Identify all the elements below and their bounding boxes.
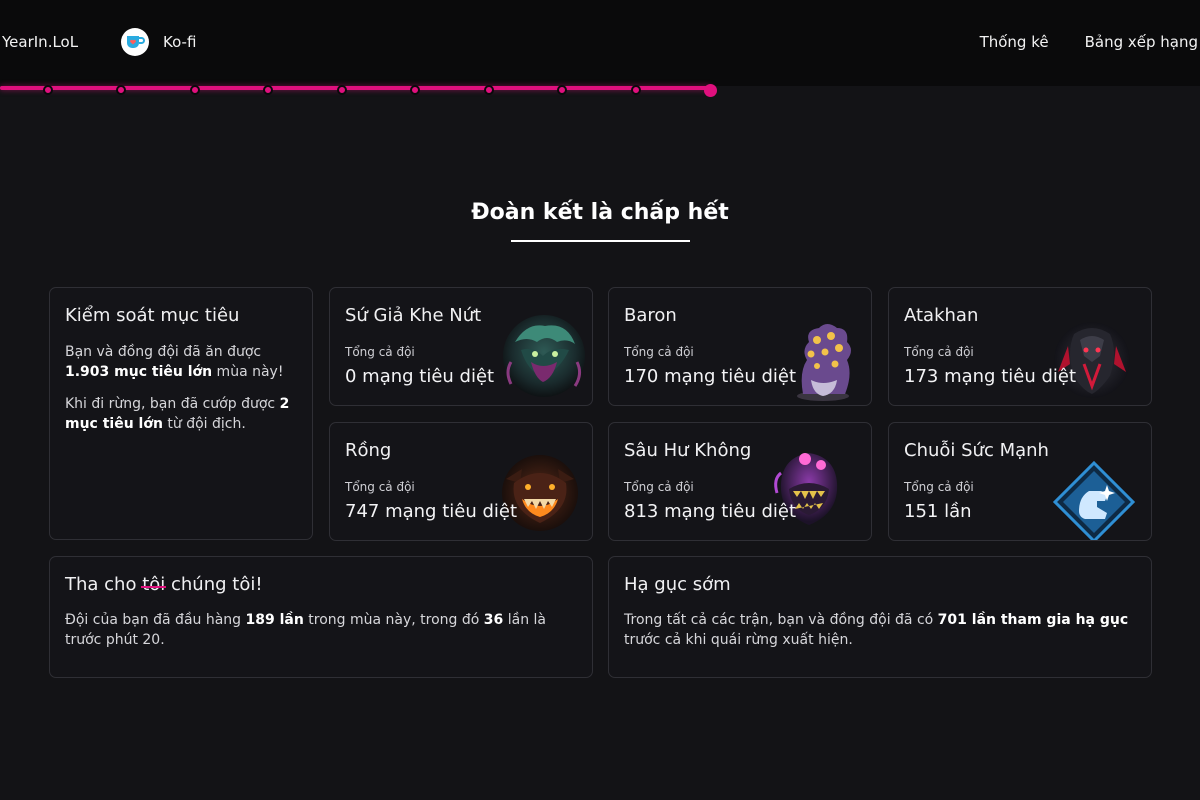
card-value: 151 lần — [904, 501, 972, 522]
progress-step-8[interactable] — [557, 85, 567, 95]
early-kills-description: Trong tất cả các trận, bạn và đồng đội đ… — [624, 610, 1136, 650]
stat-card-voidgrubs: Sâu Hư Không Tổng cả đội 813 mạng tiêu d… — [608, 422, 872, 541]
card-title: Baron — [624, 305, 677, 326]
section-title-underline — [511, 240, 690, 242]
struck-text: tôi — [142, 574, 166, 595]
card-subtitle: Tổng cả đội — [624, 480, 694, 494]
nav-links: Thống kê Bảng xếp hạng — [980, 33, 1198, 51]
card-subtitle: Tổng cả đội — [624, 345, 694, 359]
nav-link-stats[interactable]: Thống kê — [980, 33, 1049, 51]
card-subtitle: Tổng cả đội — [904, 345, 974, 359]
progress-step-2[interactable] — [116, 85, 126, 95]
text: mùa này! — [212, 364, 284, 380]
rift-herald-icon — [503, 315, 585, 397]
highlight-value: 1.903 mục tiêu lớn — [65, 364, 213, 380]
card-title: Sứ Giả Khe Nứt — [345, 305, 482, 326]
text: trong mùa này, trong đó — [303, 612, 484, 628]
dragon-icon — [502, 455, 578, 531]
card-title: Hạ gục sớm — [624, 574, 731, 595]
section-title: Đoàn kết là chấp hết — [471, 200, 729, 225]
stat-card-atakhan: Atakhan Tổng cả đội 173 mạng tiêu diệt — [888, 287, 1152, 406]
stat-card-rift-herald: Sứ Giả Khe Nứt Tổng cả đội 0 mạng tiêu d… — [329, 287, 593, 406]
card-title: Chuỗi Sức Mạnh — [904, 440, 1049, 461]
card-title: Atakhan — [904, 305, 979, 326]
top-nav: YearIn.LoL Ko-fi Thống kê Bảng xếp hạng — [0, 0, 1200, 86]
progress-step-1[interactable] — [43, 85, 53, 95]
card-value: 173 mạng tiêu diệt — [904, 366, 1077, 387]
nav-link-leaderboard[interactable]: Bảng xếp hạng — [1085, 33, 1198, 51]
stat-card-baron: Baron Tổng cả đội 170 mạng tiêu diệt — [608, 287, 872, 406]
text: từ đội địch. — [162, 416, 246, 432]
card-value: 747 mạng tiêu diệt — [345, 501, 518, 522]
surrender-card: Tha cho tôi chúng tôi! Đội của bạn đã đầ… — [49, 556, 593, 678]
text: Khi đi rừng, bạn đã cướp được — [65, 396, 280, 412]
card-value: 0 mạng tiêu diệt — [345, 366, 495, 387]
text: Trong tất cả các trận, bạn và đồng đội đ… — [624, 612, 938, 628]
early-kills-card: Hạ gục sớm Trong tất cả các trận, bạn và… — [608, 556, 1152, 678]
text: trước cả khi quái rừng xuất hiện. — [624, 632, 853, 648]
progress-step-9[interactable] — [631, 85, 641, 95]
progress-line — [0, 86, 712, 90]
objectives-paragraph-2: Khi đi rừng, bạn đã cướp được 2 mục tiêu… — [65, 394, 297, 434]
card-value: 170 mạng tiêu diệt — [624, 366, 797, 387]
objectives-paragraph-1: Bạn và đồng đội đã ăn được 1.903 mục tiê… — [65, 342, 297, 382]
stat-card-power-streak: Chuỗi Sức Mạnh Tổng cả đội 151 lần — [888, 422, 1152, 541]
kofi-link[interactable]: Ko-fi — [121, 28, 196, 56]
card-subtitle: Tổng cả đội — [345, 480, 415, 494]
atakhan-icon — [1054, 322, 1130, 398]
card-value: 813 mạng tiêu diệt — [624, 501, 797, 522]
power-streak-icon — [1052, 460, 1136, 540]
card-title: Tha cho tôi chúng tôi! — [65, 574, 263, 595]
progress-step-7[interactable] — [484, 85, 494, 95]
surrender-description: Đội của bạn đã đầu hàng 189 lần trong mù… — [65, 610, 577, 650]
kofi-cup-icon — [121, 28, 149, 56]
stat-card-dragon: Rồng Tổng cả đội 747 mạng tiêu diệt — [329, 422, 593, 541]
card-title: Kiểm soát mục tiêu — [65, 305, 240, 326]
progress-step-current[interactable] — [704, 84, 717, 97]
card-title: Sâu Hư Không — [624, 440, 752, 461]
progress-step-6[interactable] — [410, 85, 420, 95]
text: Bạn và đồng đội đã ăn được — [65, 344, 262, 360]
progress-step-4[interactable] — [263, 85, 273, 95]
story-progress-bar — [0, 84, 717, 97]
card-subtitle: Tổng cả đội — [904, 480, 974, 494]
text: chúng tôi! — [165, 574, 263, 595]
baron-icon — [797, 324, 851, 401]
kofi-label: Ko-fi — [163, 33, 197, 51]
text: Tha cho — [65, 574, 143, 595]
card-subtitle: Tổng cả đội — [345, 345, 415, 359]
text: Đội của bạn đã đầu hàng — [65, 612, 246, 628]
brand-logo-link[interactable]: YearIn.LoL — [2, 33, 78, 51]
progress-step-3[interactable] — [190, 85, 200, 95]
highlight-value: 36 — [483, 612, 504, 628]
card-title: Rồng — [345, 440, 392, 461]
highlight-value: 701 lần tham gia hạ gục — [937, 612, 1129, 628]
objective-control-card: Kiểm soát mục tiêu Bạn và đồng đội đã ăn… — [49, 287, 313, 540]
progress-step-5[interactable] — [337, 85, 347, 95]
highlight-value: 189 lần — [245, 612, 304, 628]
